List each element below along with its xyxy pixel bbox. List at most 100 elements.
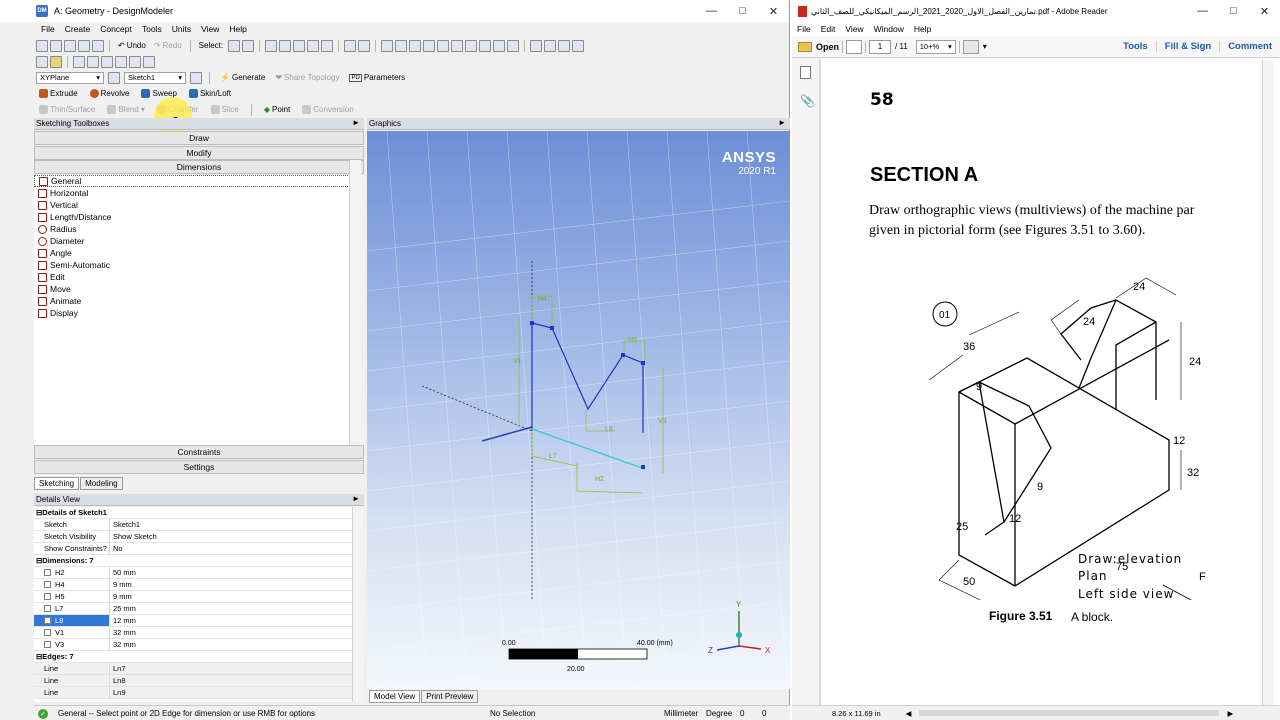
- new-sketch-icon[interactable]: [190, 71, 202, 84]
- tool-animate[interactable]: Animate: [34, 295, 360, 307]
- fit-page-icon[interactable]: [962, 39, 979, 54]
- page-thumbnails-icon[interactable]: [800, 66, 811, 79]
- revolve-button[interactable]: Revolve: [87, 89, 133, 98]
- details-section[interactable]: ⊟ Details of Sketch1: [34, 507, 352, 519]
- select-edges-icon[interactable]: [279, 39, 292, 52]
- maximize-button[interactable]: □: [1218, 0, 1249, 22]
- display-plane-icon[interactable]: [530, 39, 543, 52]
- new-icon[interactable]: [36, 39, 48, 52]
- comment-button[interactable]: Comment: [1219, 41, 1280, 52]
- tool-semi-automatic[interactable]: Semi-Automatic: [34, 259, 360, 271]
- scroll-right-icon[interactable]: ▶: [1227, 709, 1233, 718]
- constraints-toolbox-header[interactable]: Constraints: [34, 445, 364, 459]
- save-icon[interactable]: [64, 39, 76, 52]
- select-filter-icon[interactable]: [242, 39, 255, 52]
- new-plane-icon[interactable]: [108, 71, 120, 84]
- dimension-row[interactable]: V3 32 mm: [34, 639, 352, 651]
- pin-icon[interactable]: ►: [352, 118, 360, 127]
- tool-angle[interactable]: Angle: [34, 247, 360, 259]
- display-mode-icon[interactable]: [36, 55, 48, 68]
- scroll-left-icon[interactable]: ◀: [906, 709, 912, 718]
- details-section[interactable]: ⊟ Dimensions: 7: [34, 555, 352, 567]
- menu-units[interactable]: Units: [167, 22, 196, 36]
- pin-icon[interactable]: ►: [352, 494, 360, 503]
- conversion-button[interactable]: Conversion: [299, 105, 356, 114]
- tool-diameter[interactable]: Diameter: [34, 235, 360, 247]
- dim-label-h4[interactable]: H4: [538, 296, 547, 303]
- minimize-button[interactable]: —: [696, 0, 727, 22]
- menu-concept[interactable]: Concept: [95, 22, 137, 36]
- folder-icon[interactable]: [798, 41, 812, 52]
- checkbox[interactable]: [44, 581, 51, 588]
- vertex-select-icon[interactable]: [101, 55, 113, 68]
- tool-general[interactable]: General: [34, 175, 360, 187]
- tool-edit[interactable]: Edit: [34, 271, 360, 283]
- redo-button[interactable]: ↷ Redo: [151, 41, 185, 50]
- thin-surface-button[interactable]: Thin/Surface: [36, 105, 98, 114]
- pdf-vertical-scrollbar[interactable]: [1262, 60, 1274, 705]
- select-points-icon[interactable]: [265, 39, 278, 52]
- dim-label-v1[interactable]: V1: [513, 358, 522, 365]
- pin-icon[interactable]: [143, 55, 155, 68]
- graphics-viewport[interactable]: H4 H5 V1 V3 L8 L7 H2 0.00 40.00 (mm) 20.…: [367, 131, 790, 689]
- menu-window[interactable]: Window: [869, 22, 909, 36]
- generate-button[interactable]: ⚡ Generate: [217, 73, 268, 82]
- details-row[interactable]: Sketch Sketch1: [34, 519, 352, 531]
- zoom-select[interactable]: 10+% ▾: [915, 39, 956, 54]
- plane-select[interactable]: XYPlane ▾: [36, 71, 104, 84]
- checkbox[interactable]: [44, 617, 51, 624]
- display-model-icon[interactable]: [544, 39, 557, 52]
- undo-button[interactable]: ↶ Undo: [115, 41, 149, 50]
- toolbox-scrollbar[interactable]: [349, 160, 361, 450]
- blend-button[interactable]: Blend ▾: [104, 105, 147, 114]
- zoom-fit-icon[interactable]: [451, 39, 464, 52]
- point-display-icon[interactable]: [558, 39, 571, 52]
- menu-edit[interactable]: Edit: [816, 22, 841, 36]
- details-section[interactable]: ⊟ Edges: 7: [34, 651, 352, 663]
- line-select-icon[interactable]: [129, 55, 141, 68]
- close-button[interactable]: ✕: [1249, 0, 1280, 22]
- dimension-row[interactable]: H4 9 mm: [34, 579, 352, 591]
- modify-toolbox-header[interactable]: Modify: [34, 146, 364, 160]
- extend-selection-icon[interactable]: [321, 39, 334, 52]
- pan-icon[interactable]: [395, 39, 408, 52]
- extrude-button[interactable]: Extrude: [36, 89, 81, 98]
- face-select-icon[interactable]: [73, 55, 85, 68]
- select-bodies-icon[interactable]: [307, 39, 320, 52]
- menu-file[interactable]: File: [792, 22, 816, 36]
- open-button[interactable]: Open: [816, 42, 839, 52]
- point-button[interactable]: ◆ Point: [261, 105, 293, 114]
- look-at-icon[interactable]: [572, 39, 585, 52]
- menu-tools[interactable]: Tools: [137, 22, 167, 36]
- selection-box-icon[interactable]: [344, 39, 357, 52]
- magnifier-icon[interactable]: [465, 39, 478, 52]
- isometric-view-icon[interactable]: [507, 39, 520, 52]
- checkbox[interactable]: [44, 605, 51, 612]
- units-status[interactable]: Millimeter: [664, 709, 698, 718]
- menu-help[interactable]: Help: [224, 22, 251, 36]
- details-row[interactable]: Sketch Visibility Show Sketch: [34, 531, 352, 543]
- tool-move[interactable]: Move: [34, 283, 360, 295]
- menu-create[interactable]: Create: [60, 22, 96, 36]
- checkbox[interactable]: [44, 641, 51, 648]
- next-view-icon[interactable]: [493, 39, 506, 52]
- dimension-row[interactable]: H2 50 mm: [34, 567, 352, 579]
- body-select-icon[interactable]: [115, 55, 127, 68]
- dim-label-v3[interactable]: V3: [658, 418, 667, 425]
- dimension-row[interactable]: H5 9 mm: [34, 591, 352, 603]
- tools-button[interactable]: Tools: [1115, 41, 1156, 52]
- tool-horizontal[interactable]: Horizontal: [34, 187, 360, 199]
- select-mode-icon[interactable]: [228, 39, 241, 52]
- maximize-button[interactable]: □: [727, 0, 758, 22]
- tab-modeling[interactable]: Modeling: [80, 477, 123, 490]
- pin-icon[interactable]: ►: [778, 118, 786, 127]
- screenshot-icon[interactable]: [92, 39, 104, 52]
- checkbox[interactable]: [44, 629, 51, 636]
- skin-loft-button[interactable]: Skin/Loft: [186, 89, 234, 98]
- print-icon[interactable]: [846, 39, 863, 54]
- slice-button[interactable]: Slice: [208, 105, 242, 114]
- checkbox[interactable]: [44, 569, 51, 576]
- attachments-icon[interactable]: 📎: [800, 94, 815, 108]
- edge-row[interactable]: Line Ln7: [34, 663, 352, 675]
- angle-units-status[interactable]: Degree: [706, 709, 732, 718]
